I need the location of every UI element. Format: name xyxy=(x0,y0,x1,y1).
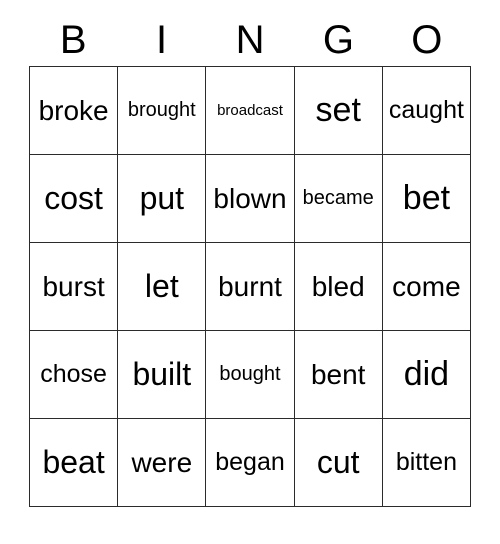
bingo-cell-word: became xyxy=(302,187,374,209)
bingo-cell-word: began xyxy=(215,448,285,477)
bingo-cell[interactable]: set xyxy=(294,67,383,155)
bingo-cell[interactable]: bet xyxy=(382,155,472,243)
bingo-cell-word: beat xyxy=(42,443,105,480)
bingo-cell[interactable]: beat xyxy=(30,419,119,507)
bingo-cell-word: put xyxy=(139,179,185,216)
header-letter-b: B xyxy=(59,18,87,62)
bingo-row: chose built bought bent did xyxy=(30,331,472,419)
bingo-cell[interactable]: began xyxy=(206,419,295,507)
bingo-cell-word: caught xyxy=(388,96,464,125)
bingo-cell[interactable]: burnt xyxy=(206,243,295,331)
bingo-cell-word: broadcast xyxy=(217,101,283,119)
bingo-cell[interactable]: put xyxy=(118,155,207,243)
bingo-cell-word: cut xyxy=(316,443,360,480)
bingo-cell[interactable]: built xyxy=(118,331,207,419)
bingo-cell[interactable]: burst xyxy=(30,243,119,331)
bingo-cell[interactable]: brought xyxy=(118,67,207,155)
bingo-cell[interactable]: bent xyxy=(294,331,383,419)
bingo-cell-word: let xyxy=(144,267,179,304)
header-letter-n: N xyxy=(235,18,265,62)
bingo-cell[interactable]: became xyxy=(294,155,383,243)
bingo-cell-word: broke xyxy=(38,94,109,126)
bingo-cell[interactable]: did xyxy=(382,331,472,419)
bingo-cell-word: come xyxy=(392,270,461,302)
bingo-grid: broke brought broadcast set caught cost … xyxy=(29,66,472,507)
bingo-row: beat were began cut bitten xyxy=(30,419,472,507)
bingo-cell-word: bet xyxy=(402,178,451,217)
bingo-cell-word: built xyxy=(132,355,192,392)
header-letter-o: O xyxy=(411,18,443,62)
bingo-cell[interactable]: chose xyxy=(30,331,119,419)
bingo-cell[interactable]: were xyxy=(118,419,207,507)
bingo-cell-word: set xyxy=(315,90,361,129)
bingo-cell-word: burst xyxy=(42,270,105,302)
bingo-row: cost put blown became bet xyxy=(30,155,472,243)
bingo-cell-word: brought xyxy=(127,99,196,121)
bingo-cell-word: chose xyxy=(40,360,107,389)
bingo-cell[interactable]: bought xyxy=(206,331,295,419)
bingo-card: B I N G O broke brought broadcast set ca… xyxy=(29,14,472,507)
bingo-cell-word: cost xyxy=(44,179,103,216)
header-letter-g: G xyxy=(322,18,354,62)
bingo-cell-word: bled xyxy=(311,270,365,302)
bingo-cell-word: were xyxy=(131,446,193,478)
bingo-cell[interactable]: broke xyxy=(30,67,119,155)
bingo-cell[interactable]: broadcast xyxy=(206,67,295,155)
bingo-header: B I N G O xyxy=(29,14,471,66)
header-letter-i: I xyxy=(156,18,168,62)
bingo-row: burst let burnt bled come xyxy=(30,243,472,331)
bingo-cell[interactable]: come xyxy=(382,243,472,331)
bingo-cell[interactable]: let xyxy=(118,243,207,331)
bingo-cell-word: blown xyxy=(213,182,287,214)
bingo-cell-word: bought xyxy=(219,363,281,385)
bingo-cell-word: did xyxy=(403,354,450,393)
bingo-cell[interactable]: caught xyxy=(382,67,472,155)
bingo-cell[interactable]: cost xyxy=(30,155,119,243)
bingo-cell[interactable]: blown xyxy=(206,155,295,243)
bingo-row: broke brought broadcast set caught xyxy=(30,67,472,155)
bingo-cell[interactable]: bled xyxy=(294,243,383,331)
bingo-cell[interactable]: bitten xyxy=(382,419,472,507)
bingo-cell-word: bitten xyxy=(395,448,457,477)
bingo-cell[interactable]: cut xyxy=(294,419,383,507)
bingo-cell-word: burnt xyxy=(218,270,282,302)
bingo-cell-word: bent xyxy=(310,358,366,390)
